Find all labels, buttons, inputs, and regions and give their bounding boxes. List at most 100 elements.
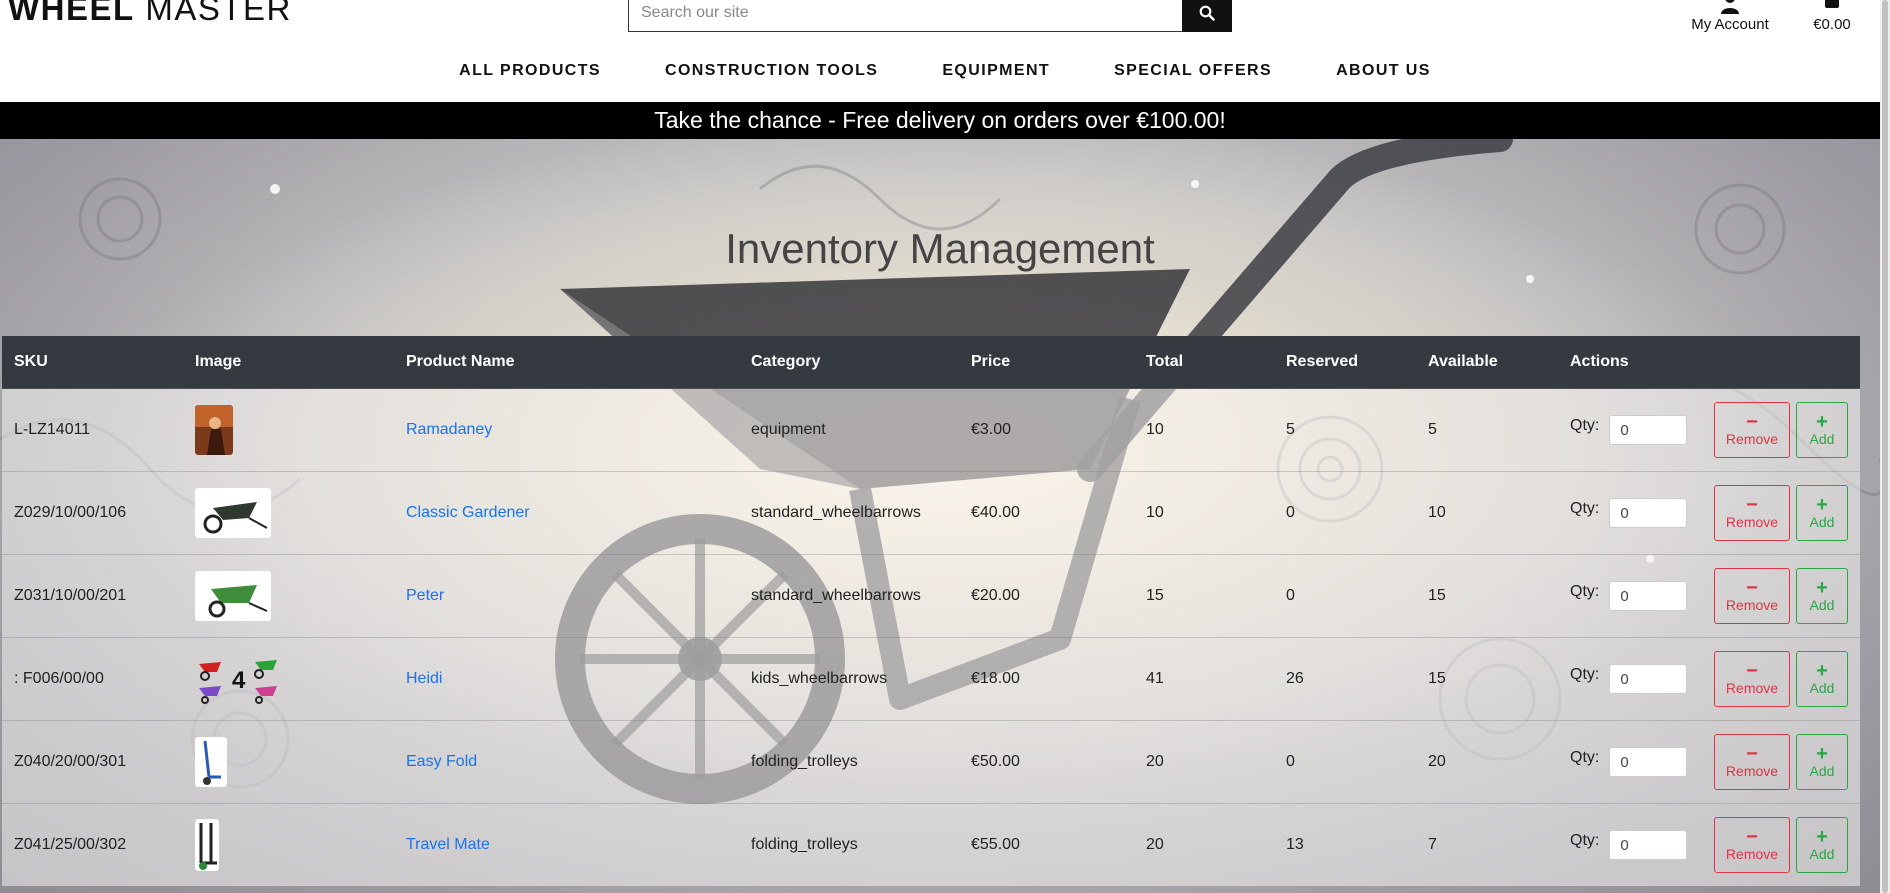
reserved-cell: 5 bbox=[1274, 388, 1416, 472]
cart-total: €0.00 bbox=[1813, 16, 1851, 33]
available-cell: 5 bbox=[1416, 388, 1558, 472]
add-button[interactable]: + Add bbox=[1796, 568, 1848, 624]
product-thumbnail[interactable] bbox=[195, 488, 271, 538]
product-name-link[interactable]: Easy Fold bbox=[406, 753, 477, 770]
category-cell: standard_wheelbarrows bbox=[739, 471, 959, 555]
remove-label: Remove bbox=[1725, 597, 1779, 613]
sku-cell: Z031/10/00/201 bbox=[2, 554, 183, 638]
nav-special-offers[interactable]: SPECIAL OFFERS bbox=[1114, 62, 1272, 80]
add-label: Add bbox=[1809, 514, 1835, 530]
thumbnail-digit: 4 bbox=[232, 667, 246, 694]
product-name-link[interactable]: Travel Mate bbox=[406, 836, 490, 853]
available-cell: 7 bbox=[1416, 803, 1558, 886]
reserved-cell: 0 bbox=[1274, 554, 1416, 638]
total-cell: 15 bbox=[1134, 554, 1274, 638]
sku-cell: L-LZ14011 bbox=[2, 388, 183, 472]
site-header: WHEEL MASTER My Account €0.00 bbox=[0, 0, 1890, 102]
product-name-link[interactable]: Classic Gardener bbox=[406, 504, 530, 521]
add-label: Add bbox=[1809, 597, 1835, 613]
remove-button[interactable]: − Remove bbox=[1714, 651, 1790, 707]
qty-input[interactable] bbox=[1609, 498, 1688, 528]
table-row: L-LZ14011 Ramadaney equipment €3.00 10 5… bbox=[2, 388, 1860, 472]
category-cell: folding_trolleys bbox=[739, 803, 959, 886]
column-header-total: Total bbox=[1134, 336, 1274, 389]
remove-button[interactable]: − Remove bbox=[1714, 485, 1790, 541]
remove-button[interactable]: − Remove bbox=[1714, 734, 1790, 790]
add-button[interactable]: + Add bbox=[1796, 817, 1848, 873]
table-row: Z040/20/00/301 Easy Fold folding_trolley… bbox=[2, 720, 1860, 804]
add-button[interactable]: + Add bbox=[1796, 734, 1848, 790]
product-thumbnail[interactable] bbox=[195, 405, 233, 455]
actions-cell: Qty: −Remove +Add bbox=[1558, 471, 1860, 555]
cart-link[interactable]: €0.00 bbox=[1804, 0, 1860, 33]
add-label: Add bbox=[1809, 431, 1835, 447]
search-button[interactable] bbox=[1182, 0, 1232, 32]
remove-button[interactable]: − Remove bbox=[1714, 817, 1790, 873]
sku-cell: Z029/10/00/106 bbox=[2, 471, 183, 555]
price-cell: €50.00 bbox=[959, 720, 1134, 804]
sku-cell: Z040/20/00/301 bbox=[2, 720, 183, 804]
remove-label: Remove bbox=[1725, 763, 1779, 779]
product-name-cell: Travel Mate bbox=[394, 803, 739, 886]
remove-button[interactable]: − Remove bbox=[1714, 568, 1790, 624]
product-thumbnail[interactable] bbox=[195, 571, 271, 621]
site-logo[interactable]: WHEEL MASTER bbox=[8, 0, 292, 28]
reserved-cell: 0 bbox=[1274, 720, 1416, 804]
add-button[interactable]: + Add bbox=[1796, 485, 1848, 541]
nav-equipment[interactable]: EQUIPMENT bbox=[942, 62, 1050, 80]
category-cell: folding_trolleys bbox=[739, 720, 959, 804]
qty-input[interactable] bbox=[1609, 415, 1688, 445]
image-cell bbox=[183, 803, 394, 886]
product-thumbnail[interactable]: 4 bbox=[195, 654, 281, 704]
remove-label: Remove bbox=[1725, 846, 1779, 862]
qty-label: Qty: bbox=[1570, 417, 1600, 434]
table-row: Z031/10/00/201 Peter standard_wheelbarro… bbox=[2, 554, 1860, 638]
add-button[interactable]: + Add bbox=[1796, 402, 1848, 458]
column-header-product-name: Product Name bbox=[394, 336, 739, 389]
product-name-cell: Peter bbox=[394, 554, 739, 638]
table-row: : F006/00/00 4 Heidi kids_wheelbarrows €… bbox=[2, 637, 1860, 721]
total-cell: 20 bbox=[1134, 803, 1274, 886]
qty-label: Qty: bbox=[1570, 832, 1600, 849]
product-name-link[interactable]: Ramadaney bbox=[406, 421, 492, 438]
sku-cell: : F006/00/00 bbox=[2, 637, 183, 721]
product-name-link[interactable]: Peter bbox=[406, 587, 444, 604]
minus-icon: − bbox=[1746, 826, 1758, 848]
qty-input[interactable] bbox=[1609, 747, 1688, 777]
nav-about-us[interactable]: ABOUT US bbox=[1336, 62, 1431, 80]
nav-all-products[interactable]: ALL PRODUCTS bbox=[459, 62, 601, 80]
my-account-label: My Account bbox=[1691, 16, 1769, 33]
nav-construction-tools[interactable]: CONSTRUCTION TOOLS bbox=[665, 62, 878, 80]
add-button[interactable]: + Add bbox=[1796, 651, 1848, 707]
remove-label: Remove bbox=[1725, 514, 1779, 530]
remove-button[interactable]: − Remove bbox=[1714, 402, 1790, 458]
shopping-bag-icon bbox=[1825, 0, 1839, 8]
category-cell: standard_wheelbarrows bbox=[739, 554, 959, 638]
page-scrollbar[interactable] bbox=[1880, 0, 1890, 893]
product-thumbnail[interactable] bbox=[195, 737, 227, 787]
qty-label: Qty: bbox=[1570, 666, 1600, 683]
remove-label: Remove bbox=[1725, 680, 1779, 696]
scrollbar-thumb[interactable] bbox=[1882, 0, 1888, 893]
qty-input[interactable] bbox=[1609, 581, 1688, 611]
available-cell: 15 bbox=[1416, 637, 1558, 721]
product-thumbnail[interactable] bbox=[195, 819, 219, 871]
total-cell: 41 bbox=[1134, 637, 1274, 721]
reserved-cell: 26 bbox=[1274, 637, 1416, 721]
image-cell bbox=[183, 720, 394, 804]
product-name-cell: Ramadaney bbox=[394, 388, 739, 472]
product-name-link[interactable]: Heidi bbox=[406, 670, 442, 687]
plus-icon: + bbox=[1816, 411, 1828, 433]
category-cell: equipment bbox=[739, 388, 959, 472]
total-cell: 20 bbox=[1134, 720, 1274, 804]
total-cell: 10 bbox=[1134, 388, 1274, 472]
minus-icon: − bbox=[1746, 660, 1758, 682]
qty-input[interactable] bbox=[1609, 664, 1688, 694]
qty-input[interactable] bbox=[1609, 830, 1688, 860]
main-nav: ALL PRODUCTS CONSTRUCTION TOOLS EQUIPMEN… bbox=[0, 62, 1890, 80]
search-input[interactable] bbox=[628, 0, 1182, 32]
add-label: Add bbox=[1809, 846, 1835, 862]
logo-light-text: MASTER bbox=[145, 0, 292, 27]
my-account-link[interactable]: My Account bbox=[1680, 0, 1780, 33]
product-name-cell: Heidi bbox=[394, 637, 739, 721]
